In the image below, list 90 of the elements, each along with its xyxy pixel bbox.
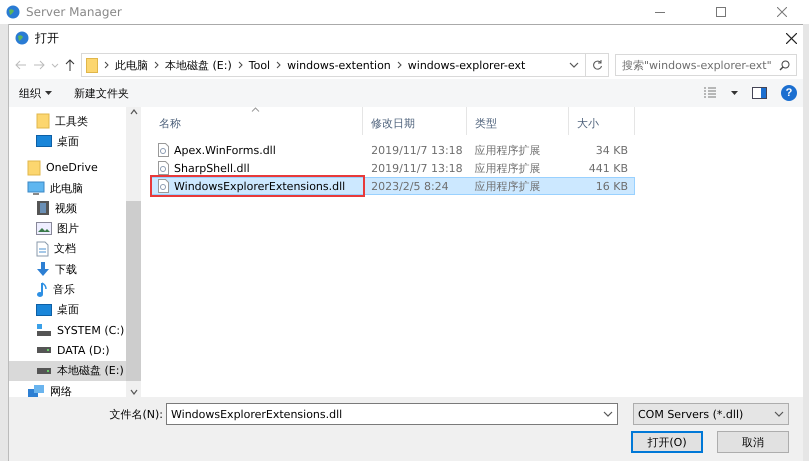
help-button[interactable]: ?: [781, 85, 797, 101]
sidebar-item[interactable]: 桌面: [9, 300, 126, 320]
window-title: Server Manager: [26, 5, 123, 19]
file-type-dropdown[interactable]: COM Servers (*.dll): [633, 403, 789, 425]
sidebar-item[interactable]: DATA (D:): [9, 340, 126, 361]
scrollbar[interactable]: [126, 107, 141, 397]
dll-file-icon: [158, 161, 169, 175]
chevron-right-icon[interactable]: [396, 61, 402, 69]
folder-icon: [86, 58, 98, 72]
column-header[interactable]: 修改日期: [363, 107, 467, 135]
sidebar-item[interactable]: 桌面: [9, 131, 126, 152]
file-name: WindowsExplorerExtensions.dll: [152, 177, 364, 195]
scroll-up-icon[interactable]: [128, 107, 138, 117]
table-cell-text: 应用程序扩展: [474, 142, 542, 158]
file-row[interactable]: SharpShell.dll 2019/11/7 13:18 应用程序扩展 441 KB: [151, 159, 635, 177]
table-cell-text: 2023/2/5 8:24: [370, 180, 450, 192]
up-arrow-icon[interactable]: [65, 59, 75, 71]
dll-file-icon: [158, 179, 169, 193]
column-header[interactable]: 名称: [151, 107, 363, 135]
close-icon[interactable]: [786, 32, 797, 44]
breadcrumb[interactable]: Tool: [248, 58, 270, 72]
column-header[interactable]: 类型: [467, 107, 569, 135]
table-cell-text: 2019/11/7 13:18: [370, 162, 464, 174]
drive-icon: [36, 366, 52, 375]
dialog-title: 打开: [35, 30, 60, 46]
down-arrow-icon: [36, 261, 50, 278]
table-cell-text: 441 KB: [588, 162, 629, 174]
chevron-right-icon[interactable]: [276, 61, 282, 69]
globe-icon: [15, 31, 29, 45]
table-cell-text: 2019/11/7 13:18: [370, 144, 464, 156]
open-button[interactable]: 打开(O): [631, 431, 703, 453]
sidebar-item[interactable]: 图片: [9, 218, 126, 239]
chevron-right-icon[interactable]: [238, 61, 243, 69]
desktop-icon: [36, 304, 52, 316]
folder-icon: [27, 160, 41, 176]
sidebar-item[interactable]: 工具类: [9, 111, 126, 132]
table-cell-text: 应用程序扩展: [474, 160, 542, 176]
preview-pane-icon[interactable]: [752, 87, 767, 99]
chevron-right-icon[interactable]: [154, 61, 159, 69]
table-cell-text: 16 KB: [594, 180, 629, 192]
file-row[interactable]: WindowsExplorerExtensions.dll 2023/2/5 8:24 应用程序扩展 16 KB: [151, 177, 635, 195]
breadcrumb[interactable]: 此电脑: [115, 58, 148, 72]
file-name-field[interactable]: WindowsExplorerExtensions.dll: [166, 403, 618, 425]
new-folder-button[interactable]: 新建文件夹: [70, 84, 133, 102]
picture-icon: [36, 222, 52, 236]
column-header[interactable]: 大小: [569, 107, 635, 135]
table-cell-text: 34 KB: [594, 144, 629, 156]
caret-icon[interactable]: [731, 91, 738, 95]
scroll-down-icon[interactable]: [128, 387, 138, 397]
breadcrumb[interactable]: 本地磁盘 (E:): [165, 58, 232, 72]
refresh-icon[interactable]: [592, 59, 602, 71]
film-icon: [36, 200, 50, 216]
file-name: SharpShell.dll: [152, 161, 364, 175]
chevron-down-icon[interactable]: [569, 60, 579, 70]
sidebar-item[interactable]: 网络: [9, 380, 126, 397]
search-icon: [779, 60, 790, 70]
breadcrumb[interactable]: windows-explorer-ext: [408, 58, 526, 72]
network-icon: [27, 384, 45, 397]
file-row[interactable]: Apex.WinForms.dll 2019/11/7 13:18 应用程序扩展 34 KB: [151, 141, 635, 159]
globe-icon: [6, 5, 20, 19]
organize-button[interactable]: 组织: [15, 84, 56, 102]
address-bar[interactable]: 此电脑 本地磁盘 (E:) Tool windows-extention windows-explorer-ext: [81, 53, 609, 77]
drive-icon: [36, 323, 52, 338]
file-name-label: 文件名(N):: [109, 406, 163, 422]
document-icon: [36, 240, 49, 257]
sidebar-item[interactable]: SYSTEM (C:): [9, 320, 126, 340]
maximize-icon[interactable]: [716, 7, 726, 17]
sidebar-item[interactable]: OneDrive: [9, 158, 126, 178]
table-cell-text: 应用程序扩展: [474, 178, 542, 194]
sidebar-item[interactable]: 文档: [9, 238, 126, 260]
search-field[interactable]: 搜索"windows-explorer-ext": [615, 54, 797, 76]
sidebar-item[interactable]: 本地磁盘 (E:): [9, 360, 126, 381]
chevron-right-icon[interactable]: [104, 61, 109, 69]
computer-icon: [27, 180, 45, 196]
view-icon[interactable]: [703, 87, 717, 99]
sidebar-item[interactable]: 下载: [9, 259, 126, 280]
chevron-down-icon[interactable]: [774, 409, 784, 419]
caret-icon: [45, 91, 52, 95]
desktop-icon: [36, 135, 52, 148]
sidebar-item[interactable]: 音乐: [9, 279, 126, 300]
file-name: Apex.WinForms.dll: [152, 143, 364, 157]
chevron-down-icon[interactable]: [603, 409, 613, 419]
folder-icon: [36, 113, 50, 130]
cancel-button[interactable]: 取消: [717, 431, 789, 453]
music-note-icon: [36, 282, 48, 298]
dll-file-icon: [158, 143, 169, 157]
sidebar-item[interactable]: 视频: [9, 198, 126, 218]
breadcrumb[interactable]: windows-extention: [287, 58, 391, 72]
drive-icon: [36, 346, 52, 354]
sidebar-item[interactable]: 此电脑: [9, 178, 126, 198]
